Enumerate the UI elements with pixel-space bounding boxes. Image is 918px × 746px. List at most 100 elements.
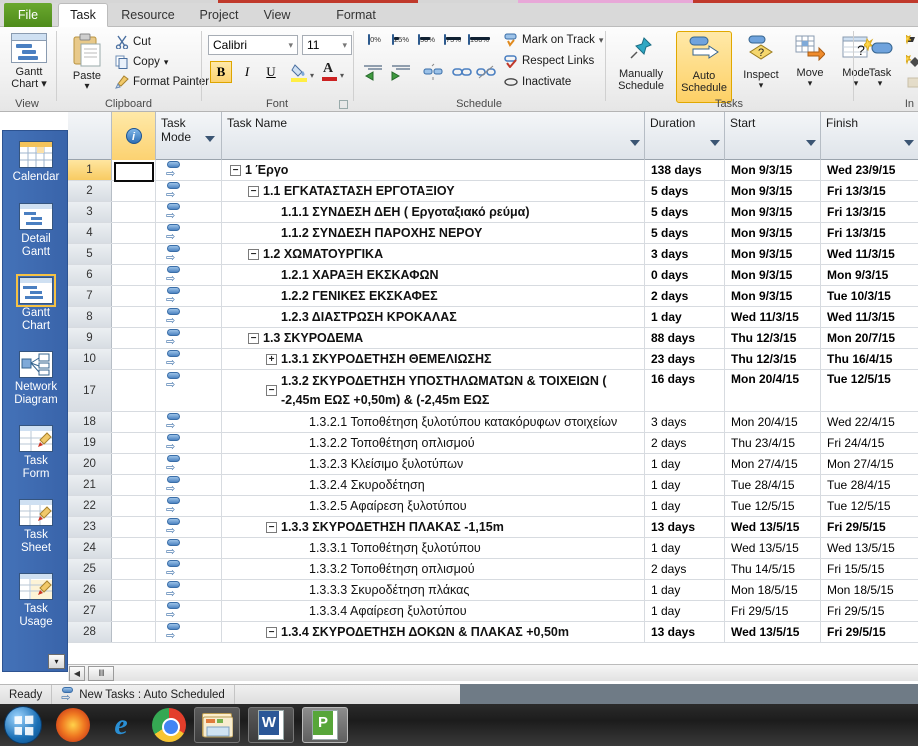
start-date-cell[interactable]: Wed 11/3/15	[725, 307, 821, 327]
row-id-cell[interactable]: 5	[68, 244, 112, 264]
finish-date-cell[interactable]: Mon 18/5/15	[821, 580, 918, 600]
tab-file[interactable]: File	[4, 3, 52, 27]
start-date-cell[interactable]: Mon 9/3/15	[725, 160, 821, 180]
task-mode-cell[interactable]: ⇨	[156, 496, 222, 516]
outdent-task-button[interactable]	[362, 63, 386, 86]
row-indicator-cell[interactable]	[112, 181, 156, 201]
table-row[interactable]: 21 ⇨ 1.3.2.4 Σκυροδέτηση 1 day Tue 28/4/15 Tu…	[68, 475, 918, 496]
underline-button[interactable]: U	[260, 61, 282, 83]
view-bar-item-calendar[interactable]: Calendar	[3, 141, 69, 184]
duration-cell[interactable]: 88 days	[645, 328, 725, 348]
duration-cell[interactable]: 2 days	[645, 433, 725, 453]
table-row[interactable]: 28 ⇨ −1.3.4 ΣΚΥΡΟΔΕΤΗΣΗ ΔΟΚΩΝ & ΠΛΑΚΑΣ +0,…	[68, 622, 918, 643]
tab-resource[interactable]: Resource	[112, 3, 184, 27]
task-mode-cell[interactable]: ⇨	[156, 433, 222, 453]
collapse-outline-icon[interactable]: −	[266, 385, 277, 396]
row-id-cell[interactable]: 26	[68, 580, 112, 600]
task-name-cell[interactable]: 1.3.2.2 Τοποθέτηση οπλισμού	[222, 433, 645, 453]
table-row[interactable]: 4 ⇨ 1.1.2 ΣΥΝΔΕΣΗ ΠΑΡΟΧΗΣ ΝΕΡΟΥ 5 days Mon 9…	[68, 223, 918, 244]
view-bar-item-task-sheet[interactable]: Task Sheet	[3, 499, 69, 555]
task-name-cell[interactable]: −1.1 ΕΓΚΑΤΑΣΤΑΣΗ ΕΡΓΟΤΑΞΙΟΥ	[222, 181, 645, 201]
set-75-percent-complete-button[interactable]: 75%	[440, 34, 465, 45]
row-id-cell[interactable]: 23	[68, 517, 112, 537]
duration-cell[interactable]: 3 days	[645, 244, 725, 264]
row-indicator-cell[interactable]	[112, 433, 156, 453]
task-name-cell[interactable]: 1.3.2.3 Κλείσιμο ξυλοτύπων	[222, 454, 645, 474]
unlink-tasks-button[interactable]	[422, 63, 444, 86]
row-indicator-cell[interactable]	[112, 307, 156, 327]
start-date-cell[interactable]: Mon 9/3/15	[725, 286, 821, 306]
task-mode-cell[interactable]: ⇨	[156, 307, 222, 327]
view-bar-item-detail-gantt[interactable]: Detail Gantt	[3, 203, 69, 259]
duration-cell[interactable]: 1 day	[645, 454, 725, 474]
duration-cell[interactable]: 5 days	[645, 202, 725, 222]
finish-date-cell[interactable]: Fri 29/5/15	[821, 622, 918, 642]
finish-date-cell[interactable]: Tue 28/4/15	[821, 475, 918, 495]
task-name-cell[interactable]: 1.2.2 ΓΕΝΙΚΕΣ ΕΚΣΚΑΦΕΣ	[222, 286, 645, 306]
table-row[interactable]: 20 ⇨ 1.3.2.3 Κλείσιμο ξυλοτύπων 1 day Mon 27…	[68, 454, 918, 475]
collapse-outline-icon[interactable]: −	[266, 521, 277, 533]
inspect-button[interactable]: ? Inspect ▾	[736, 35, 786, 90]
start-date-cell[interactable]: Tue 28/4/15	[725, 475, 821, 495]
row-indicator-cell[interactable]	[112, 496, 156, 516]
respect-links-button[interactable]: Respect Links	[504, 54, 594, 68]
duration-cell[interactable]: 1 day	[645, 307, 725, 327]
row-indicator-cell[interactable]	[112, 538, 156, 558]
row-indicator-cell[interactable]	[112, 370, 156, 411]
duration-cell[interactable]: 2 days	[645, 559, 725, 579]
task-mode-cell[interactable]: ⇨	[156, 580, 222, 600]
row-id-cell[interactable]: 18	[68, 412, 112, 432]
row-indicator-cell[interactable]	[112, 412, 156, 432]
auto-schedule-button[interactable]: Auto Schedule	[676, 31, 732, 103]
row-indicator-cell[interactable]	[112, 349, 156, 369]
task-name-cell[interactable]: 1.3.3.1 Τοποθέτηση ξυλοτύπου	[222, 538, 645, 558]
finish-date-cell[interactable]: Wed 22/4/15	[821, 412, 918, 432]
status-new-tasks-mode[interactable]: ⇨ New Tasks : Auto Scheduled	[52, 684, 235, 705]
table-row[interactable]: 2 ⇨ −1.1 ΕΓΚΑΤΑΣΤΑΣΗ ΕΡΓΟΤΑΞΙΟΥ 5 days Mon 9…	[68, 181, 918, 202]
finish-date-cell[interactable]: Tue 12/5/15	[821, 496, 918, 516]
row-indicator-cell[interactable]	[112, 265, 156, 285]
finish-date-cell[interactable]: Thu 16/4/15	[821, 349, 918, 369]
task-mode-cell[interactable]: ⇨	[156, 328, 222, 348]
start-date-cell[interactable]: Mon 9/3/15	[725, 202, 821, 222]
task-name-cell[interactable]: −1.3.2 ΣΚΥΡΟΔΕΤΗΣΗ ΥΠΟΣΤΗΛΩΜΑΤΩΝ & ΤΟΙΧΕ…	[222, 370, 645, 411]
duration-cell[interactable]: 2 days	[645, 286, 725, 306]
set-50-percent-complete-button[interactable]: 50%	[414, 34, 439, 45]
task-name-cell[interactable]: −1.3.3 ΣΚΥΡΟΔΕΤΗΣΗ ΠΛΑΚΑΣ -1,15m	[222, 517, 645, 537]
scroll-left-button[interactable]: ◀	[69, 666, 85, 681]
row-id-cell[interactable]: 19	[68, 433, 112, 453]
task-name-cell[interactable]: 1.3.2.5 Αφαίρεση ξυλοτύπου	[222, 496, 645, 516]
collapse-outline-icon[interactable]: −	[248, 248, 259, 260]
insert-deliverable-button[interactable]	[906, 75, 918, 94]
duration-cell[interactable]: 5 days	[645, 223, 725, 243]
task-mode-cell[interactable]: ⇨	[156, 454, 222, 474]
format-painter-button[interactable]: Format Painter	[115, 75, 209, 89]
expand-outline-icon[interactable]: +	[266, 353, 277, 365]
gantt-chart-view-button[interactable]: Gantt Chart ▾	[5, 33, 53, 90]
indent-task-button[interactable]	[388, 63, 412, 86]
task-mode-cell[interactable]: ⇨	[156, 517, 222, 537]
row-id-cell[interactable]: 24	[68, 538, 112, 558]
finish-date-cell[interactable]: Wed 11/3/15	[821, 307, 918, 327]
manually-schedule-button[interactable]: Manually Schedule	[610, 35, 672, 92]
table-row[interactable]: 6 ⇨ 1.2.1 ΧΑΡΑΞΗ ΕΚΣΚΑΦΩΝ 0 days Mon 9/3/15 M…	[68, 265, 918, 286]
row-indicator-cell[interactable]	[112, 286, 156, 306]
view-bar-scroll-down-button[interactable]: ▾	[48, 654, 65, 669]
task-name-cell[interactable]: 1.3.2.4 Σκυροδέτηση	[222, 475, 645, 495]
task-mode-cell[interactable]: ⇨	[156, 412, 222, 432]
google-chrome-icon[interactable]	[152, 708, 186, 742]
finish-date-cell[interactable]: Fri 13/3/15	[821, 202, 918, 222]
filter-arrow-icon[interactable]	[806, 140, 816, 146]
background-color-button[interactable]: ▾	[290, 61, 314, 83]
finish-date-cell[interactable]: Tue 12/5/15	[821, 370, 918, 411]
table-row[interactable]: 3 ⇨ 1.1.1 ΣΥΝΔΕΣΗ ΔΕΗ ( Εργοταξιακό ρεύμα)…	[68, 202, 918, 223]
finish-date-cell[interactable]: Mon 20/7/15	[821, 328, 918, 348]
collapse-outline-icon[interactable]: −	[248, 332, 259, 344]
task-mode-cell[interactable]: ⇨	[156, 265, 222, 285]
row-id-cell[interactable]: 25	[68, 559, 112, 579]
insert-task-button[interactable]: Task ▾	[858, 37, 902, 88]
task-mode-cell[interactable]: ⇨	[156, 244, 222, 264]
start-date-cell[interactable]: Thu 12/3/15	[725, 349, 821, 369]
start-date-cell[interactable]: Mon 9/3/15	[725, 244, 821, 264]
row-id-cell[interactable]: 10	[68, 349, 112, 369]
